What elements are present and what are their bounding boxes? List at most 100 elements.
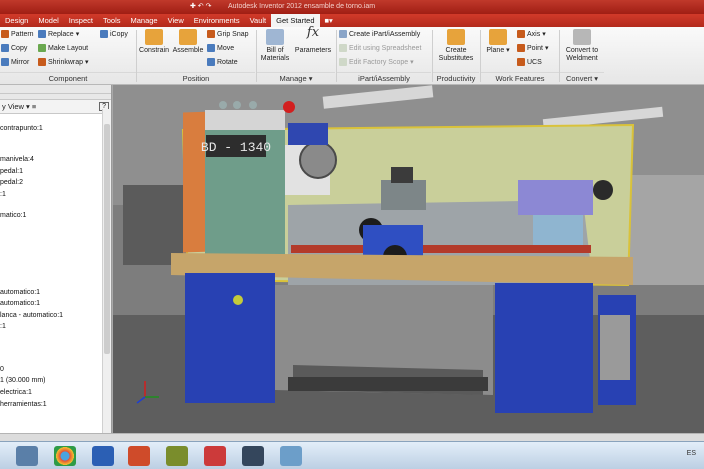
word-icon[interactable] [92, 446, 114, 466]
icopy-button[interactable]: iCopy [100, 30, 128, 38]
parameters-button[interactable]: fx Parameters [293, 25, 333, 55]
browser-item[interactable]: lanca - automatico:1 [0, 312, 63, 319]
browser-item[interactable]: herramientas:1 [0, 401, 47, 408]
mirror-button[interactable]: Mirror [1, 58, 29, 66]
mirror-icon [1, 58, 9, 66]
title-bar: ✚ ↶ ↷ Autodesk Inventor 2012 ensamble de… [0, 0, 704, 14]
substitutes-icon [447, 29, 465, 45]
constrain-icon [145, 29, 163, 45]
windows-taskbar: ES [0, 441, 704, 469]
lathe-model-render[interactable]: BD - 1340 [113, 85, 704, 433]
make-layout-icon [38, 44, 46, 52]
create-ipart-button[interactable]: Create iPart/iAssembly [339, 30, 420, 38]
tab-tools[interactable]: Tools [98, 14, 126, 27]
filter-icon[interactable]: ≡ [32, 102, 36, 111]
tab-vault[interactable]: Vault [245, 14, 272, 27]
shrinkwrap-icon [38, 58, 46, 66]
tab-inspect[interactable]: Inspect [64, 14, 98, 27]
edit-spreadsheet-button[interactable]: Edit using Spreadsheet [339, 44, 421, 52]
powerpoint-icon[interactable] [128, 446, 150, 466]
ribbon-tabs: Design Model Inspect Tools Manage View E… [0, 14, 704, 27]
axis-icon [517, 30, 525, 38]
chrome-icon[interactable] [54, 446, 76, 466]
window-title: Autodesk Inventor 2012 ensamble de torno… [228, 3, 376, 10]
group-label-component: Component [0, 72, 136, 84]
model-browser: y View ▾ ≡ ? contrapunto:1 manivela:4 pe… [0, 85, 112, 433]
group-label-convert: Convert ▾ [560, 72, 604, 84]
assemble-button[interactable]: Assemble [171, 29, 205, 55]
ribbon-panel: Pattern Copy Mirror Replace ▾ Make Layout… [0, 25, 704, 85]
bill-of-materials-button[interactable]: Bill of Materials [258, 29, 292, 63]
edit-factory-scope-button[interactable]: Edit Factory Scope ▾ [339, 58, 414, 66]
browser-item[interactable]: contrapunto:1 [0, 125, 43, 132]
move-icon [207, 44, 215, 52]
point-button[interactable]: Point ▾ [517, 44, 548, 52]
weldment-icon [573, 29, 591, 45]
inventor-icon[interactable] [166, 446, 188, 466]
tab-environments[interactable]: Environments [189, 14, 245, 27]
rotate-icon [207, 58, 215, 66]
ucs-button[interactable]: UCS [517, 58, 542, 66]
group-label-work-features: Work Features [481, 72, 559, 84]
group-label-manage: Manage ▾ [257, 72, 335, 84]
tab-design[interactable]: Design [0, 14, 33, 27]
tab-manage[interactable]: Manage [126, 14, 163, 27]
pattern-button[interactable]: Pattern [1, 30, 34, 38]
create-substitutes-button[interactable]: Create Substitutes [434, 29, 478, 63]
replace-button[interactable]: Replace ▾ [38, 30, 79, 38]
assemble-icon [179, 29, 197, 45]
copy-button[interactable]: Copy [1, 44, 27, 52]
make-layout-button[interactable]: Make Layout [38, 44, 88, 52]
browser-item[interactable]: pedal:2 [0, 179, 23, 186]
grip-snap-button[interactable]: Grip Snap [207, 30, 249, 38]
convert-to-weldment-button[interactable]: Convert to Weldment [561, 29, 603, 63]
group-label-productivity: Productivity [433, 72, 479, 84]
move-button[interactable]: Move [207, 44, 234, 52]
scrollbar-thumb[interactable] [104, 124, 110, 354]
show-desktop-icon[interactable] [16, 446, 38, 466]
graphics-viewport[interactable]: BD - 1340 [113, 85, 704, 433]
create-ipart-icon [339, 30, 347, 38]
rotate-button[interactable]: Rotate [207, 58, 238, 66]
chart-app-icon[interactable] [204, 446, 226, 466]
constrain-button[interactable]: Constrain [138, 29, 170, 55]
spreadsheet-icon [339, 44, 347, 52]
browser-view-selector[interactable]: y View ▾ ≡ ? [0, 100, 111, 114]
bom-icon [266, 29, 284, 45]
icopy-icon [100, 30, 108, 38]
quick-access-icon[interactable]: ✚ ↶ ↷ [190, 2, 212, 10]
grip-snap-icon [207, 30, 215, 38]
browser-scrollbar[interactable] [102, 109, 111, 433]
browser-item[interactable]: manivela:4 [0, 156, 34, 163]
browser-item[interactable]: automatico:1 [0, 300, 40, 307]
browser-item[interactable]: pedal:1 [0, 168, 23, 175]
status-bar [0, 433, 704, 441]
factory-scope-icon [339, 58, 347, 66]
browser-item[interactable]: automatico:1 [0, 289, 40, 296]
pattern-icon [1, 30, 9, 38]
browser-item[interactable]: :1 [0, 191, 6, 198]
browser-item[interactable]: 0 [0, 366, 4, 373]
axis-button[interactable]: Axis ▾ [517, 30, 546, 38]
tab-options-icon[interactable]: ■▾ [320, 14, 338, 27]
photo-viewer-icon[interactable] [280, 446, 302, 466]
copy-icon [1, 44, 9, 52]
group-label-ipart: iPart/iAssembly [337, 72, 431, 84]
machine-label: BD - 1340 [201, 140, 271, 155]
browser-tree: contrapunto:1 manivela:4 pedal:1 pedal:2… [0, 122, 103, 434]
tab-view[interactable]: View [163, 14, 189, 27]
tab-model[interactable]: Model [33, 14, 63, 27]
shrinkwrap-button[interactable]: Shrinkwrap ▾ [38, 58, 89, 66]
replace-icon [38, 30, 46, 38]
info-app-icon[interactable] [242, 446, 264, 466]
plane-icon [489, 29, 507, 45]
browser-item[interactable]: 1 (30.000 mm) [0, 377, 46, 384]
fx-icon: fx [306, 25, 320, 40]
language-indicator[interactable]: ES [687, 450, 696, 457]
browser-item[interactable]: :1 [0, 323, 6, 330]
plane-button[interactable]: Plane ▾ [483, 29, 513, 55]
browser-item[interactable]: matico:1 [0, 212, 26, 219]
group-label-position: Position [137, 72, 255, 84]
browser-item[interactable]: electrica:1 [0, 389, 32, 396]
point-icon [517, 44, 525, 52]
